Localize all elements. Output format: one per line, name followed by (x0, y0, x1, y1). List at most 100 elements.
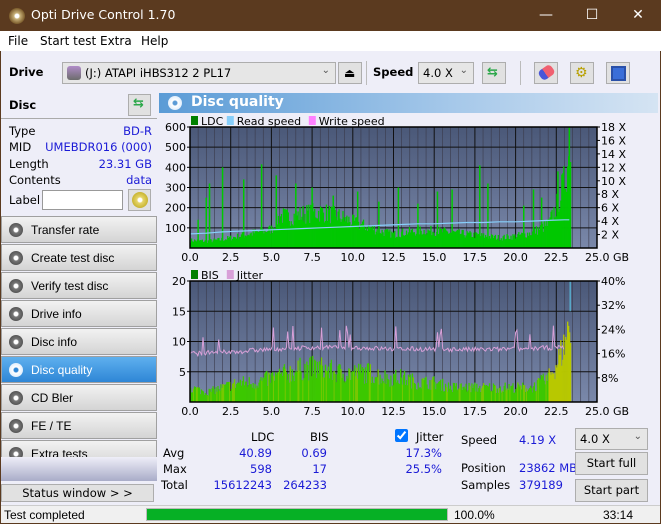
sidebar-item-label: Drive info (31, 307, 82, 321)
close-button[interactable]: ✕ (615, 0, 661, 31)
sidebar-item-verify-test-disc[interactable]: Verify test disc (1, 272, 157, 299)
disc-mid-row: MID UMEBDR016 (000) (9, 140, 152, 156)
y2-tick-label: 18 X (601, 121, 626, 134)
speed-label: Speed (461, 433, 498, 447)
disc-icon (9, 279, 23, 293)
avg-label: Avg (163, 446, 185, 460)
x-tick-label: 17.5 (463, 405, 488, 417)
legend-swatch-ldc (191, 116, 198, 125)
sidebar-item-disc-quality[interactable]: Disc quality (1, 356, 157, 383)
disc-icon (9, 363, 23, 377)
y2-tick-label: 4 X (601, 215, 619, 228)
legend-label: Write speed (319, 115, 385, 128)
x-tick-label: 22.5 (544, 251, 569, 263)
progress-bar (146, 508, 448, 521)
toolbar-separator (520, 61, 521, 85)
legend-swatch-read-speed (226, 116, 234, 125)
sidebar-item-label: Disc quality (31, 363, 93, 377)
x-tick-label: 7.5 (303, 405, 321, 417)
x-tick-label: 5.0 (263, 405, 281, 417)
x-tick-label: 15.0 (422, 251, 447, 263)
maximize-button[interactable]: ☐ (569, 0, 615, 31)
legend-swatch-bis (191, 270, 198, 279)
col-bis-header: BIS (310, 430, 329, 444)
max-ldc: 598 (250, 462, 272, 476)
avg-jitter: 17.3% (405, 446, 442, 460)
disc-type-row: Type BD-R (9, 124, 152, 140)
y-tick-label: 20 (172, 275, 186, 288)
y2-tick-label: 16% (601, 348, 625, 361)
test-speed-select[interactable]: 4.0 X ⌄ (575, 428, 648, 450)
x-tick-label: 0.0 (181, 405, 199, 417)
window-title: Opti Drive Control 1.70 (31, 7, 176, 22)
start-part-button[interactable]: Start part (575, 479, 648, 502)
disc-contents-key: Contents (9, 173, 61, 187)
y2-tick-label: 8 X (601, 188, 619, 201)
menu-start-test[interactable]: Start test (40, 34, 96, 48)
settings-button[interactable]: ⚙ (570, 62, 594, 84)
disc-contents-value: data (126, 173, 152, 187)
total-label: Total (161, 478, 188, 492)
max-label: Max (163, 462, 187, 476)
erase-icon (537, 63, 556, 82)
refresh-button[interactable]: ⇆ (482, 62, 506, 84)
samples-label: Samples (461, 478, 511, 492)
disc-refresh-button[interactable]: ⇆ (128, 94, 151, 116)
sidebar-item-drive-info[interactable]: Drive info (1, 300, 157, 327)
max-jitter: 25.5% (405, 462, 442, 476)
sidebar-item-label: Verify test disc (31, 279, 109, 293)
total-bis: 264233 (283, 478, 327, 492)
sidebar-item-label: Disc info (31, 335, 78, 349)
sidebar-item-transfer-rate[interactable]: Transfer rate (1, 216, 157, 243)
menu-help[interactable]: Help (141, 34, 168, 48)
speed-select[interactable]: 4.0 X ⌄ (418, 62, 474, 84)
y-tick-label: 5 (179, 366, 186, 379)
disc-label-input[interactable] (42, 190, 123, 210)
jitter-label: Jitter (416, 430, 444, 444)
disc-quality-icon (168, 96, 182, 110)
disc-length-row: Length 23.31 GB (9, 157, 152, 173)
status-window-button[interactable]: Status window > > (1, 484, 154, 502)
menu-extra[interactable]: Extra (100, 34, 132, 48)
status-text: Test completed (4, 508, 85, 522)
disc-header: Disc ⇆ (1, 91, 157, 119)
disc-length-key: Length (9, 157, 49, 171)
x-tick-label: 7.5 (303, 251, 321, 263)
max-bis: 17 (312, 462, 327, 476)
disc-mid-key: MID (9, 140, 32, 154)
samples-value: 379189 (519, 478, 563, 492)
sidebar-item-disc-info[interactable]: Disc info (1, 328, 157, 355)
y2-tick-label: 14 X (601, 148, 626, 161)
minimize-button[interactable]: — (523, 0, 569, 31)
speed-value: 4.19 X (519, 433, 557, 447)
sidebar-filler (1, 457, 157, 481)
sidebar-item-create-test-disc[interactable]: Create test disc (1, 244, 157, 271)
y-tick-label: 10 (172, 336, 186, 349)
disc-label-button[interactable] (128, 189, 151, 211)
panel-header: Disc quality (159, 93, 658, 113)
y-tick-label: 600 (165, 121, 186, 134)
disc-length-value: 23.31 GB (98, 157, 152, 171)
eject-button[interactable]: ⏏ (338, 62, 362, 84)
menu-file[interactable]: File (8, 34, 28, 48)
jitter-checkbox[interactable] (395, 429, 408, 442)
sidebar-item-label: FE / TE (31, 419, 72, 433)
chevron-down-icon: ⌄ (321, 65, 330, 76)
save-button[interactable] (606, 62, 630, 84)
app-icon (9, 8, 25, 24)
disc-contents-row: Contents data (9, 173, 152, 189)
disc-label-key: Label (9, 193, 41, 207)
chevron-down-icon: ⌄ (633, 431, 642, 442)
drive-select[interactable]: (J:) ATAPI iHBS312 2 PL17 ⌄ (62, 62, 336, 84)
y2-tick-label: 32% (601, 299, 625, 312)
erase-button[interactable] (534, 62, 558, 84)
start-full-button[interactable]: Start full (575, 452, 648, 475)
sidebar-item-fe-te[interactable]: FE / TE (1, 412, 157, 439)
legend-label: Jitter (236, 269, 264, 282)
position-value: 23862 MB (519, 461, 578, 475)
col-ldc-header: LDC (251, 430, 275, 444)
progress-fill (147, 509, 447, 520)
sidebar-item-cd-bler[interactable]: CD Bler (1, 384, 157, 411)
disc-quality-panel: Disc quality LDC Read speed Write speed 100… (157, 91, 660, 505)
refresh-icon: ⇆ (487, 65, 498, 80)
